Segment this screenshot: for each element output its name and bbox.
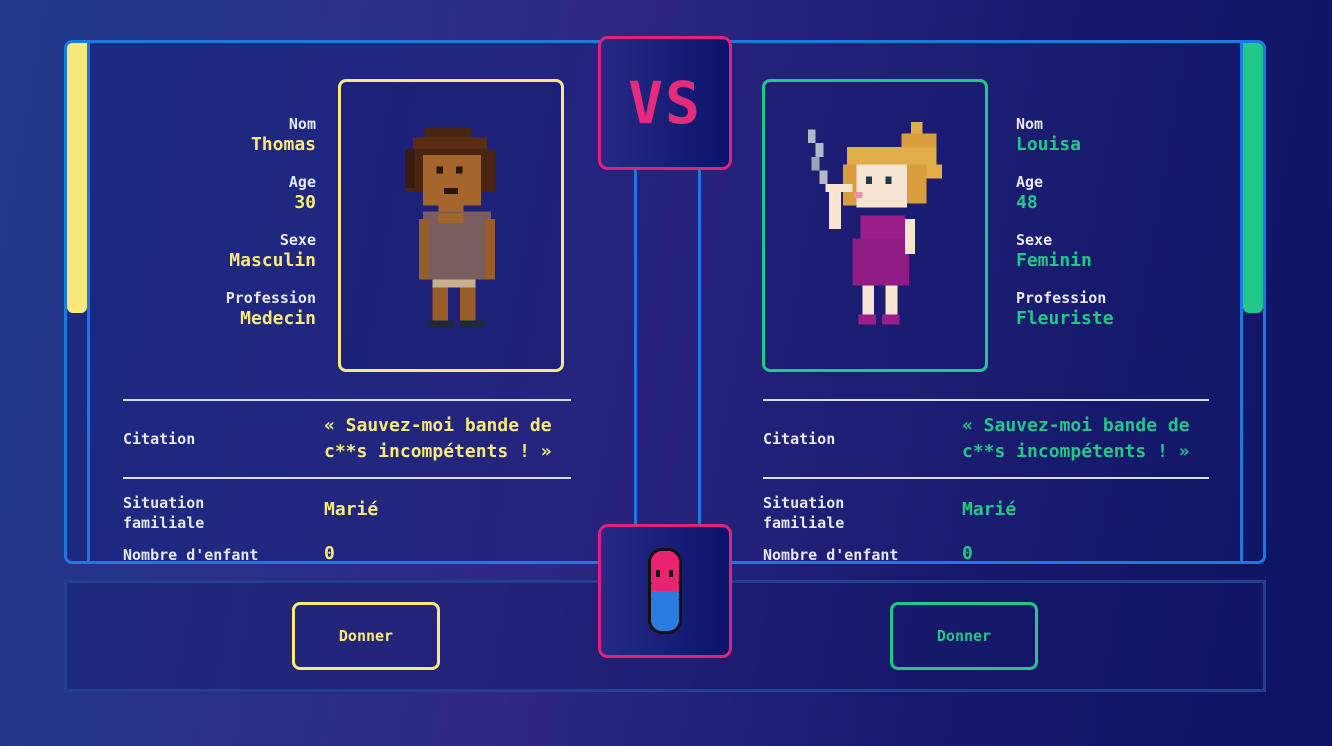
vs-badge: VS bbox=[598, 36, 732, 170]
right-portrait bbox=[762, 79, 988, 372]
right-age-label: Age bbox=[1016, 173, 1044, 191]
left-quote-value: « Sauvez-moi bande de c**s incompétents … bbox=[324, 415, 552, 462]
right-sex-value: Feminin bbox=[1016, 250, 1092, 271]
left-divider-top bbox=[123, 399, 571, 401]
right-family-value: Marié bbox=[962, 499, 1017, 520]
right-quote-label: Citation bbox=[763, 430, 836, 448]
right-sex-label: Sexe bbox=[1016, 231, 1053, 249]
right-name-label: Nom bbox=[1016, 115, 1044, 133]
left-portrait bbox=[338, 79, 564, 372]
right-quote-value: « Sauvez-moi bande de c**s incompétents … bbox=[962, 415, 1190, 462]
right-family-label: Situation familiale bbox=[763, 494, 845, 532]
left-children-label: Nombre d'enfant bbox=[123, 546, 259, 564]
pill-badge[interactable] bbox=[598, 524, 732, 658]
left-give-button[interactable]: Donner bbox=[292, 602, 440, 670]
left-family-label: Situation familiale bbox=[123, 494, 205, 532]
right-divider-top bbox=[763, 399, 1209, 401]
pill-icon bbox=[648, 548, 682, 634]
right-age-value: 48 bbox=[1016, 192, 1038, 213]
right-children-label: Nombre d'enfant bbox=[763, 546, 899, 564]
left-name-label: Nom bbox=[288, 115, 316, 133]
left-quote-label: Citation bbox=[123, 430, 196, 448]
pixel-woman-smoking-icon bbox=[807, 121, 943, 325]
left-profession-value: Medecin bbox=[240, 308, 316, 329]
left-name-value: Thomas bbox=[250, 134, 316, 155]
left-stats: Nom Thomas Age 30 Sexe Masculin Professi… bbox=[76, 115, 316, 347]
left-divider-bottom bbox=[123, 477, 571, 479]
left-profession-label: Profession bbox=[225, 289, 316, 307]
vs-label: VS bbox=[628, 69, 702, 137]
pixel-man-doctor-icon bbox=[405, 127, 495, 329]
left-children-value: 0 bbox=[324, 543, 335, 564]
right-divider-bottom bbox=[763, 477, 1209, 479]
left-sex-label: Sexe bbox=[279, 231, 316, 249]
right-name-value: Louisa bbox=[1016, 134, 1082, 155]
right-profession-value: Fleuriste bbox=[1016, 308, 1114, 329]
left-sex-value: Masculin bbox=[229, 250, 316, 271]
right-give-button[interactable]: Donner bbox=[890, 602, 1038, 670]
right-stats: Nom Louisa Age 48 Sexe Feminin Professio… bbox=[1016, 115, 1256, 347]
left-family-value: Marié bbox=[324, 499, 379, 520]
left-age-label: Age bbox=[288, 173, 316, 191]
left-age-value: 30 bbox=[294, 192, 316, 213]
right-children-value: 0 bbox=[962, 543, 973, 564]
right-profession-label: Profession bbox=[1016, 289, 1107, 307]
